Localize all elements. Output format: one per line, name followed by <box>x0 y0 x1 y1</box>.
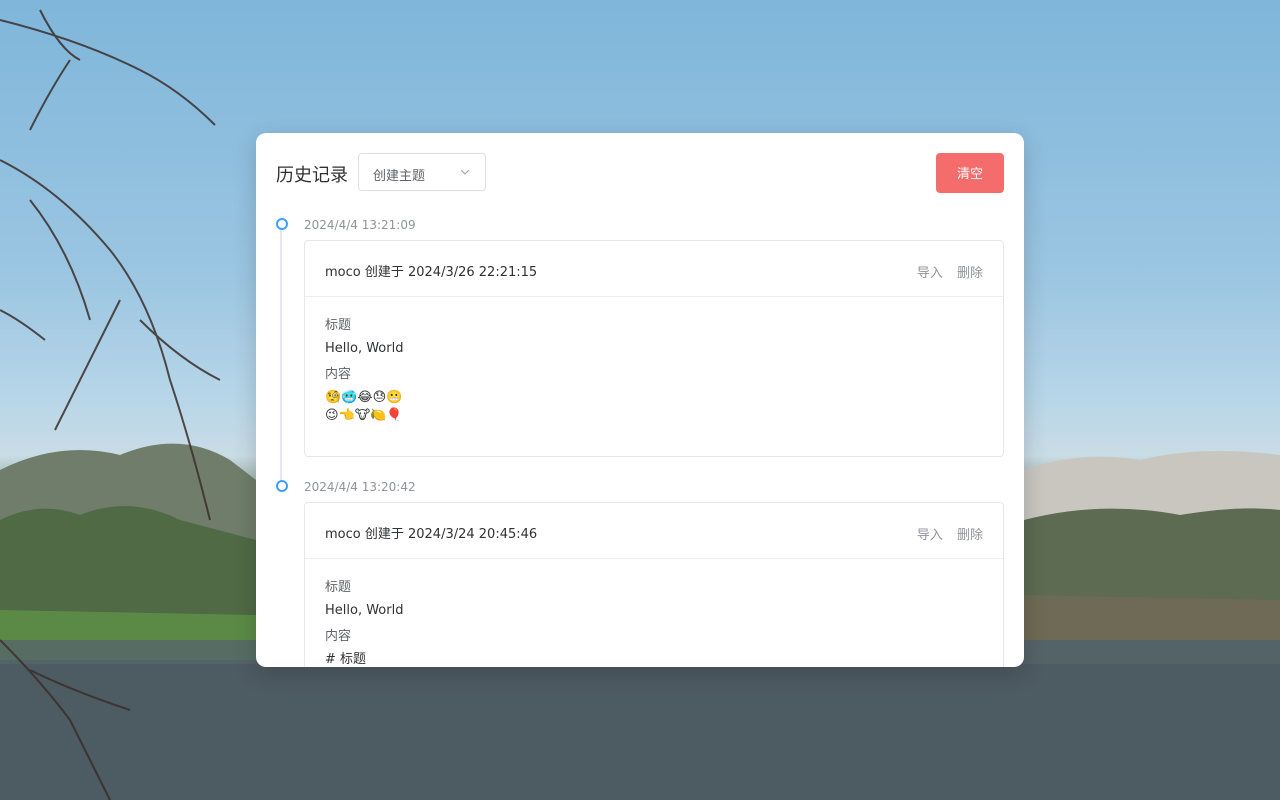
chevron-down-icon <box>460 169 470 175</box>
card-author-line: moco 创建于 2024/3/26 22:21:15 <box>325 265 538 280</box>
card-actions: 导入 删除 <box>907 524 983 543</box>
delete-button[interactable]: 删除 <box>957 528 983 543</box>
title-label: 标题 <box>325 318 352 333</box>
history-panel: 历史记录 创建主题 清空 2024/4/4 13:21:09 moco 创建于 … <box>256 133 1024 667</box>
delete-button[interactable]: 删除 <box>957 266 983 281</box>
timeline-timestamp: 2024/4/4 13:20:42 <box>304 480 416 494</box>
panel-header: 历史记录 创建主题 清空 <box>276 153 1004 193</box>
card-actions: 导入 删除 <box>907 262 983 281</box>
card-author-line: moco 创建于 2024/3/24 20:45:46 <box>325 527 538 542</box>
title-label: 标题 <box>325 580 352 595</box>
content-label: 内容 <box>325 629 352 644</box>
type-select-value: 创建主题 <box>373 169 426 184</box>
card-header: moco 创建于 2024/3/26 22:21:15 导入 删除 <box>305 241 1003 297</box>
timeline-timestamp: 2024/4/4 13:21:09 <box>304 218 416 232</box>
card-body: 标题 Hello, World 内容 🧐🥶😂😓😬 😉👈🐮🍋🎈 <box>305 297 1003 425</box>
content-line: # 标题 <box>325 652 367 667</box>
content-line: 🧐🥶😂😓😬 <box>325 390 403 405</box>
history-card: moco 创建于 2024/3/26 22:21:15 导入 删除 标题 Hel… <box>304 240 1004 457</box>
clear-button[interactable]: 清空 <box>936 153 1004 193</box>
title-value: Hello, World <box>325 341 404 356</box>
card-body: 标题 Hello, World 内容 # 标题 <box>305 559 1003 667</box>
import-button[interactable]: 导入 <box>917 266 943 281</box>
type-select[interactable]: 创建主题 <box>358 153 486 191</box>
import-button[interactable]: 导入 <box>917 528 943 543</box>
content-label: 内容 <box>325 367 352 382</box>
timeline-dot <box>276 218 288 230</box>
card-header: moco 创建于 2024/3/24 20:45:46 导入 删除 <box>305 503 1003 559</box>
content-line: 😉👈🐮🍋🎈 <box>325 408 403 423</box>
timeline-line <box>280 227 282 489</box>
timeline-dot <box>276 480 288 492</box>
title-value: Hello, World <box>325 603 404 618</box>
history-card: moco 创建于 2024/3/24 20:45:46 导入 删除 标题 Hel… <box>304 502 1004 667</box>
panel-title: 历史记录 <box>276 165 348 186</box>
